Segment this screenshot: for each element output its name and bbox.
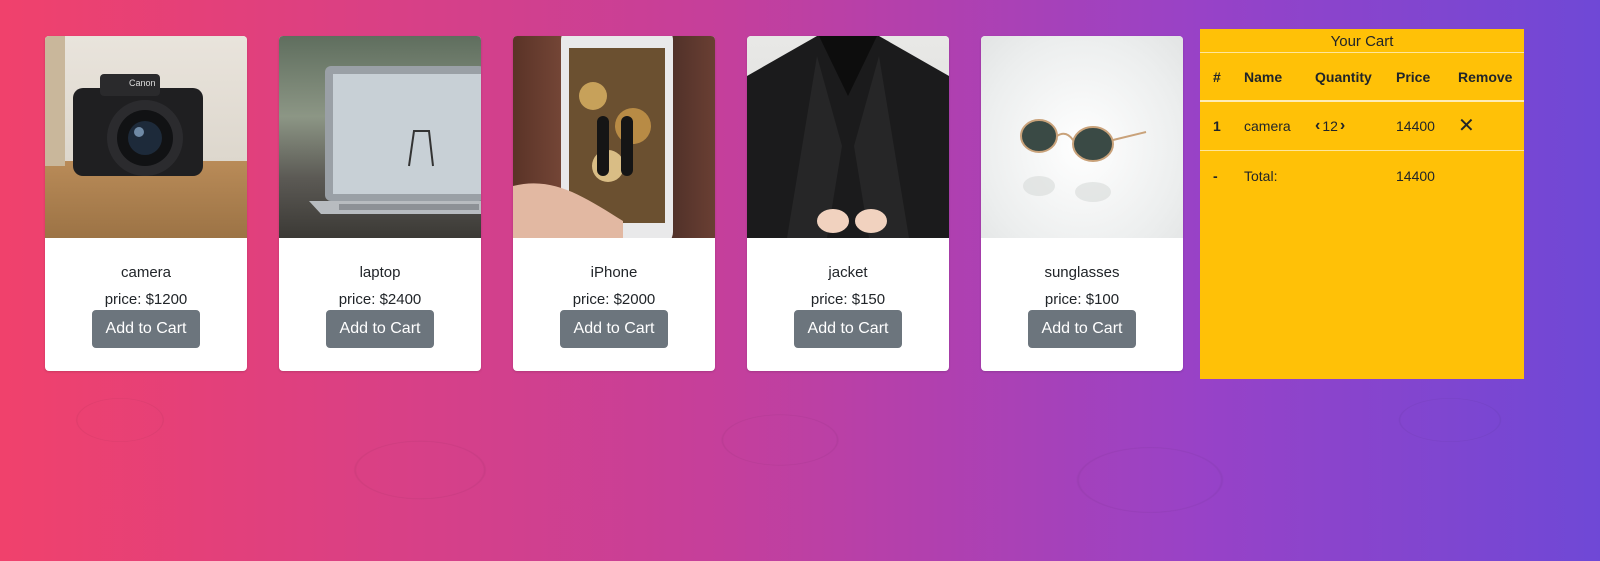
product-card-camera: Canon camera price: $1200 Add to Cart: [45, 36, 247, 371]
svg-text:Canon: Canon: [129, 78, 156, 88]
remove-cell: ✕: [1458, 116, 1524, 136]
product-name: iPhone: [590, 264, 638, 281]
product-price: price: $2400: [338, 291, 422, 308]
chevron-right-icon[interactable]: ›: [1340, 118, 1345, 134]
product-price: price: $1200: [104, 291, 188, 308]
row-index: 1: [1213, 118, 1221, 134]
product-name: camera: [120, 264, 172, 281]
total-price: 14400: [1396, 167, 1435, 184]
quantity-stepper: ‹ 12 ›: [1313, 118, 1396, 135]
total-index: -: [1213, 167, 1218, 184]
cart-table-header: # Name Quantity Price Remove: [1200, 53, 1524, 102]
product-name: laptop: [359, 264, 401, 281]
product-card-laptop: laptop price: $2400 Add to Cart: [279, 36, 481, 371]
row-name: camera: [1244, 118, 1291, 134]
column-header-remove: Remove: [1458, 68, 1513, 85]
total-label: Total:: [1244, 167, 1278, 184]
add-to-cart-button[interactable]: Add to Cart: [1028, 310, 1136, 348]
chevron-left-icon[interactable]: ‹: [1315, 118, 1320, 134]
add-to-cart-button[interactable]: Add to Cart: [560, 310, 668, 348]
product-card-jacket: jacket price: $150 Add to Cart: [747, 36, 949, 371]
product-card-sunglasses: sunglasses price: $100 Add to Cart: [981, 36, 1183, 371]
camera-photo-icon: Canon: [45, 36, 247, 238]
add-to-cart-button[interactable]: Add to Cart: [794, 310, 902, 348]
cart-panel: Your Cart # Name Quantity Price Remove 1…: [1200, 29, 1524, 379]
cart-total-row: - Total: 14400: [1200, 151, 1524, 200]
column-header-name: Name: [1244, 68, 1283, 85]
add-to-cart-button[interactable]: Add to Cart: [92, 310, 200, 348]
sunglasses-photo-icon: [981, 36, 1183, 238]
product-price: price: $150: [810, 291, 886, 308]
jacket-photo-icon: [747, 36, 949, 238]
column-header-price: Price: [1396, 68, 1431, 85]
product-name: jacket: [828, 264, 868, 281]
add-to-cart-button[interactable]: Add to Cart: [326, 310, 434, 348]
laptop-photo-icon: [279, 36, 481, 238]
table-row: 1 camera ‹ 12 › 14400 ✕: [1200, 102, 1524, 151]
quantity-value: 12: [1322, 118, 1338, 134]
cart-title: Your Cart: [1200, 29, 1524, 53]
iphone-photo-icon: [513, 36, 715, 238]
close-icon[interactable]: ✕: [1458, 115, 1475, 137]
product-list: Canon camera price: $1200 Add to Cart la…: [45, 36, 1183, 371]
column-header-index: #: [1213, 68, 1221, 85]
product-card-iphone: iPhone price: $2000 Add to Cart: [513, 36, 715, 371]
column-header-quantity: Quantity: [1315, 68, 1372, 85]
product-name: sunglasses: [1044, 264, 1120, 281]
product-price: price: $2000: [572, 291, 656, 308]
product-price: price: $100: [1044, 291, 1120, 308]
row-price: 14400: [1396, 118, 1435, 134]
